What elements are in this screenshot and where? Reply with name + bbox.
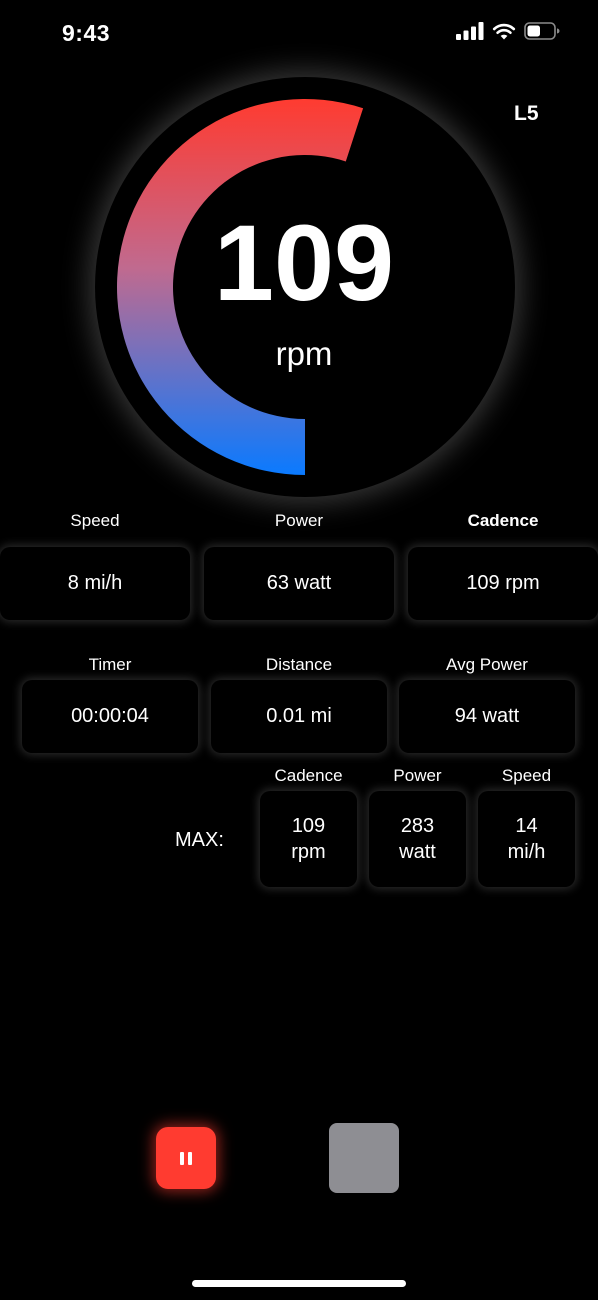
avg-power-value-box: 94 watt (399, 680, 575, 753)
gauge-unit: rpm (275, 335, 333, 372)
max-cadence-value: 109 (291, 815, 326, 837)
max-speed-label: Speed (501, 766, 552, 785)
level-label: L5 (514, 102, 539, 125)
cadence-label: Cadence (467, 511, 539, 530)
cadence-value: 109 rpm (466, 572, 540, 594)
max-cadence-box: 109 rpm (260, 791, 357, 887)
max-cadence-label: Cadence (274, 766, 343, 785)
power-value: 63 watt (266, 572, 332, 594)
power-value-box: 63 watt (204, 547, 394, 620)
cadence-gauge: 109 rpm (95, 77, 515, 497)
battery-icon (524, 22, 560, 40)
distance-label: Distance (265, 655, 333, 674)
max-power-box: 283 watt (369, 791, 466, 887)
status-icons (456, 22, 560, 40)
cellular-signal-icon (456, 22, 484, 40)
max-speed-value: 14 (515, 815, 538, 837)
max-cadence-unit: rpm (291, 841, 326, 863)
gauge-value: 109 (213, 202, 395, 323)
speed-value-box: 8 mi/h (0, 547, 190, 620)
pause-icon (180, 1151, 184, 1165)
avg-power-label: Avg Power (446, 655, 528, 674)
status-bar: 9:43 (0, 0, 598, 70)
max-speed-unit: mi/h (507, 841, 546, 863)
avg-power-value: 94 watt (454, 705, 520, 727)
max-power-value: 283 (400, 815, 435, 837)
timer-label: Timer (88, 655, 132, 674)
max-label: MAX: (175, 829, 224, 851)
stop-button[interactable] (329, 1123, 399, 1193)
max-speed-box: 14 mi/h (478, 791, 575, 887)
pause-button[interactable] (156, 1127, 216, 1189)
distance-value-box: 0.01 mi (211, 680, 387, 753)
pause-icon-bar (188, 1151, 192, 1165)
wifi-icon (492, 23, 516, 40)
speed-label: Speed (70, 511, 120, 530)
status-time: 9:43 (62, 20, 111, 46)
timer-value-box: 00:00:04 (22, 680, 198, 753)
timer-value: 00:00:04 (71, 705, 149, 727)
max-power-label: Power (393, 766, 442, 785)
speed-value: 8 mi/h (67, 572, 123, 594)
cadence-value-box: 109 rpm (408, 547, 598, 620)
max-power-unit: watt (399, 841, 436, 863)
home-indicator[interactable] (192, 1280, 406, 1287)
power-label: Power (274, 511, 324, 530)
distance-value: 0.01 mi (266, 705, 332, 727)
